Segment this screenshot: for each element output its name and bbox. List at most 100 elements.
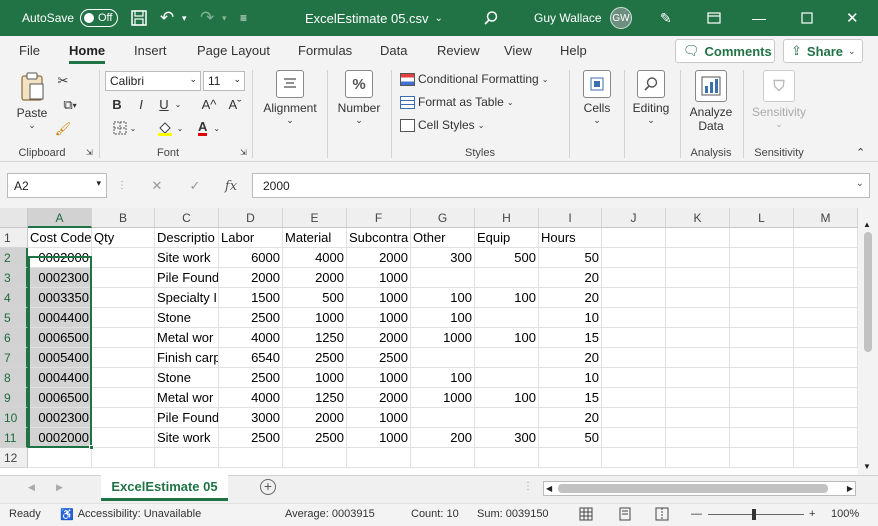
cell-d4[interactable]: 1500 — [219, 288, 283, 308]
cell-m9[interactable] — [794, 388, 858, 408]
ribbon-display-icon[interactable] — [707, 0, 721, 36]
bold-button[interactable]: B — [109, 95, 125, 113]
cell-l8[interactable] — [730, 368, 794, 388]
cell-f4[interactable]: 1000 — [347, 288, 411, 308]
cell-k4[interactable] — [666, 288, 730, 308]
cell-l2[interactable] — [730, 248, 794, 268]
fill-handle[interactable] — [89, 445, 94, 450]
cell-j4[interactable] — [602, 288, 666, 308]
cell-h9[interactable]: 100 — [475, 388, 539, 408]
paste-button[interactable]: Paste ⌄ — [14, 70, 50, 131]
cell-e1[interactable]: Material — [283, 228, 347, 248]
cell-m4[interactable] — [794, 288, 858, 308]
cell-e12[interactable] — [283, 448, 347, 468]
normal-view-icon[interactable] — [579, 507, 593, 524]
cell-a9[interactable]: 0006500 — [28, 388, 92, 408]
cell-b7[interactable] — [92, 348, 155, 368]
cell-a10[interactable]: 0002300 — [28, 408, 92, 428]
column-header-m[interactable]: M — [794, 208, 858, 228]
cell-k10[interactable] — [666, 408, 730, 428]
autosave-toggle[interactable]: Off — [80, 9, 118, 27]
accessibility-status[interactable]: ♿ Accessibility: Unavailable — [60, 508, 201, 521]
cell-l11[interactable] — [730, 428, 794, 448]
cell-b1[interactable]: Qty — [92, 228, 155, 248]
cell-c12[interactable] — [155, 448, 219, 468]
cell-b4[interactable] — [92, 288, 155, 308]
cell-h5[interactable] — [475, 308, 539, 328]
cell-j7[interactable] — [602, 348, 666, 368]
cell-h8[interactable] — [475, 368, 539, 388]
cell-l1[interactable] — [730, 228, 794, 248]
scroll-up-icon[interactable]: ▲ — [863, 220, 871, 229]
column-header-k[interactable]: K — [666, 208, 730, 228]
tab-help[interactable]: Help — [560, 36, 587, 66]
cell-e11[interactable]: 2500 — [283, 428, 347, 448]
cell-b3[interactable] — [92, 268, 155, 288]
cell-i4[interactable]: 20 — [539, 288, 602, 308]
scroll-right-icon[interactable]: ▶ — [847, 482, 853, 495]
cell-e2[interactable]: 4000 — [283, 248, 347, 268]
cell-i12[interactable] — [539, 448, 602, 468]
cell-g2[interactable]: 300 — [411, 248, 475, 268]
cell-e8[interactable]: 1000 — [283, 368, 347, 388]
cell-i5[interactable]: 10 — [539, 308, 602, 328]
tab-file[interactable]: File — [19, 36, 40, 66]
cell-h10[interactable] — [475, 408, 539, 428]
cell-c11[interactable]: Site work — [155, 428, 219, 448]
cell-a11[interactable]: 0002000 — [28, 428, 92, 448]
tab-insert[interactable]: Insert — [134, 36, 167, 66]
name-box[interactable]: A2 ▾ — [7, 173, 107, 198]
shrink-font-button[interactable]: Aˇ — [226, 95, 244, 113]
cell-g12[interactable] — [411, 448, 475, 468]
maximize-icon[interactable] — [801, 0, 813, 36]
zoom-out-icon[interactable]: — — [691, 508, 702, 520]
tab-page-layout[interactable]: Page Layout — [197, 36, 270, 66]
format-as-table-button[interactable]: Format as Table ⌄ — [400, 95, 514, 109]
cell-a3[interactable]: 0002300 — [28, 268, 92, 288]
cell-a2[interactable]: 0002000 — [28, 248, 92, 268]
cell-l4[interactable] — [730, 288, 794, 308]
cell-d9[interactable]: 4000 — [219, 388, 283, 408]
scroll-thumb[interactable] — [864, 232, 872, 352]
confirm-formula-icon[interactable]: ✓ — [186, 177, 204, 195]
cell-b8[interactable] — [92, 368, 155, 388]
cell-e4[interactable]: 500 — [283, 288, 347, 308]
cell-f10[interactable]: 1000 — [347, 408, 411, 428]
cell-c10[interactable]: Pile Found — [155, 408, 219, 428]
cell-e10[interactable]: 2000 — [283, 408, 347, 428]
column-header-i[interactable]: I — [539, 208, 602, 228]
column-header-d[interactable]: D — [219, 208, 283, 228]
zoom-slider-thumb[interactable] — [752, 509, 756, 520]
cell-h2[interactable]: 500 — [475, 248, 539, 268]
font-name-select[interactable]: Calibri ⌄ — [105, 71, 201, 91]
cell-c4[interactable]: Specialty I — [155, 288, 219, 308]
cell-f7[interactable]: 2500 — [347, 348, 411, 368]
page-break-view-icon[interactable] — [655, 507, 669, 524]
cell-m8[interactable] — [794, 368, 858, 388]
cell-l9[interactable] — [730, 388, 794, 408]
row-header[interactable]: 3 — [0, 268, 28, 288]
cell-d2[interactable]: 6000 — [219, 248, 283, 268]
cell-c3[interactable]: Pile Found — [155, 268, 219, 288]
italic-button[interactable]: I — [133, 95, 149, 113]
cell-l7[interactable] — [730, 348, 794, 368]
cell-i10[interactable]: 20 — [539, 408, 602, 428]
cell-d3[interactable]: 2000 — [219, 268, 283, 288]
row-header[interactable]: 9 — [0, 388, 28, 408]
cell-f11[interactable]: 1000 — [347, 428, 411, 448]
column-header-h[interactable]: H — [475, 208, 539, 228]
sensitivity-button[interactable]: ⛉ Sensitivity ⌄ — [748, 70, 810, 130]
cell-j2[interactable] — [602, 248, 666, 268]
cell-m2[interactable] — [794, 248, 858, 268]
cell-c6[interactable]: Metal wor — [155, 328, 219, 348]
column-header-e[interactable]: E — [283, 208, 347, 228]
row-header[interactable]: 10 — [0, 408, 28, 428]
cell-k1[interactable] — [666, 228, 730, 248]
cell-i7[interactable]: 20 — [539, 348, 602, 368]
cell-k2[interactable] — [666, 248, 730, 268]
cell-j10[interactable] — [602, 408, 666, 428]
cell-g3[interactable] — [411, 268, 475, 288]
cell-g7[interactable] — [411, 348, 475, 368]
cell-h4[interactable]: 100 — [475, 288, 539, 308]
cell-g8[interactable]: 100 — [411, 368, 475, 388]
